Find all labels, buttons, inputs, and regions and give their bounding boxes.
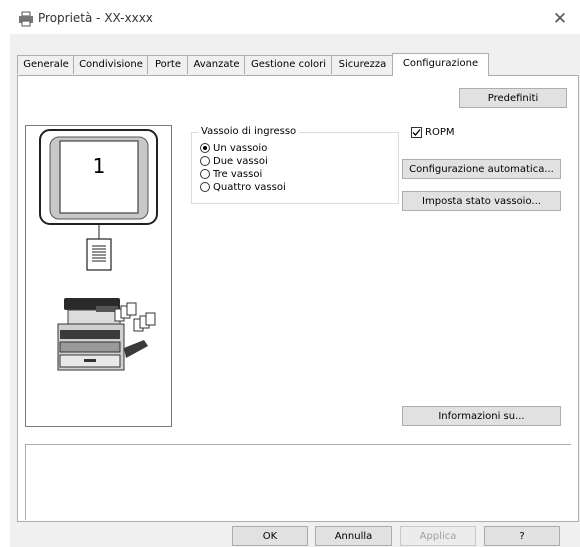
input-tray-legend: Vassoio di ingresso — [198, 126, 300, 137]
tab-condivisione[interactable]: Condivisione — [73, 55, 149, 74]
dialog-footer: OK Annulla Applica ? — [10, 526, 580, 547]
tray-number: 1 — [92, 154, 106, 178]
ok-button[interactable]: OK — [232, 526, 308, 546]
close-button[interactable]: ✕ — [540, 4, 580, 34]
radio-label: Un vassoio — [213, 143, 268, 154]
radio-indicator — [200, 182, 210, 192]
apply-button[interactable]: Applica — [400, 526, 476, 546]
ropm-checkbox[interactable]: ROPM — [411, 126, 454, 140]
auto-config-button[interactable]: Configurazione automatica... — [402, 159, 561, 179]
radio-quattro-vassoi[interactable]: Quattro vassoi — [200, 182, 286, 194]
tab-gestione-colori[interactable]: Gestione colori — [244, 55, 333, 74]
defaults-button[interactable]: Predefiniti — [459, 88, 567, 108]
tab-generale[interactable]: Generale — [17, 55, 75, 74]
printer-preview: 1 — [25, 125, 172, 427]
radio-label: Quattro vassoi — [213, 182, 286, 193]
tab-sicurezza[interactable]: Sicurezza — [331, 55, 394, 74]
radio-indicator — [200, 156, 210, 166]
tab-porte[interactable]: Porte — [147, 55, 189, 74]
ropm-label: ROPM — [425, 127, 455, 138]
tab-configurazione[interactable]: Configurazione — [392, 53, 489, 76]
checkbox-checked-icon — [411, 126, 422, 138]
status-area — [25, 444, 571, 520]
radio-tre-vassoi[interactable]: Tre vassoi — [200, 169, 262, 181]
radio-selected-indicator — [200, 143, 210, 153]
title-bar: Proprietà - XX-xxxx ✕ — [10, 4, 580, 34]
radio-indicator — [200, 169, 210, 179]
tray-status-button[interactable]: Imposta stato vassoio... — [402, 191, 561, 211]
cancel-button[interactable]: Annulla — [315, 526, 392, 546]
printer-icon — [18, 11, 34, 27]
radio-due-vassoi[interactable]: Due vassoi — [200, 156, 268, 168]
window-title: Proprietà - XX-xxxx — [38, 11, 153, 25]
input-tray-group: Vassoio di ingresso Un vassoio Due vasso… — [191, 126, 399, 204]
radio-un-vassoio[interactable]: Un vassoio — [200, 143, 267, 155]
help-button[interactable]: ? — [484, 526, 560, 546]
radio-label: Due vassoi — [213, 156, 268, 167]
tab-avanzate[interactable]: Avanzate — [187, 55, 246, 74]
configuration-panel: Predefiniti 1 Vassoio di ingresso Un vas… — [17, 75, 579, 522]
radio-label: Tre vassoi — [213, 169, 263, 180]
about-button[interactable]: Informazioni su... — [402, 406, 561, 426]
properties-dialog: Proprietà - XX-xxxx ✕ Generale Condivisi… — [10, 4, 580, 547]
